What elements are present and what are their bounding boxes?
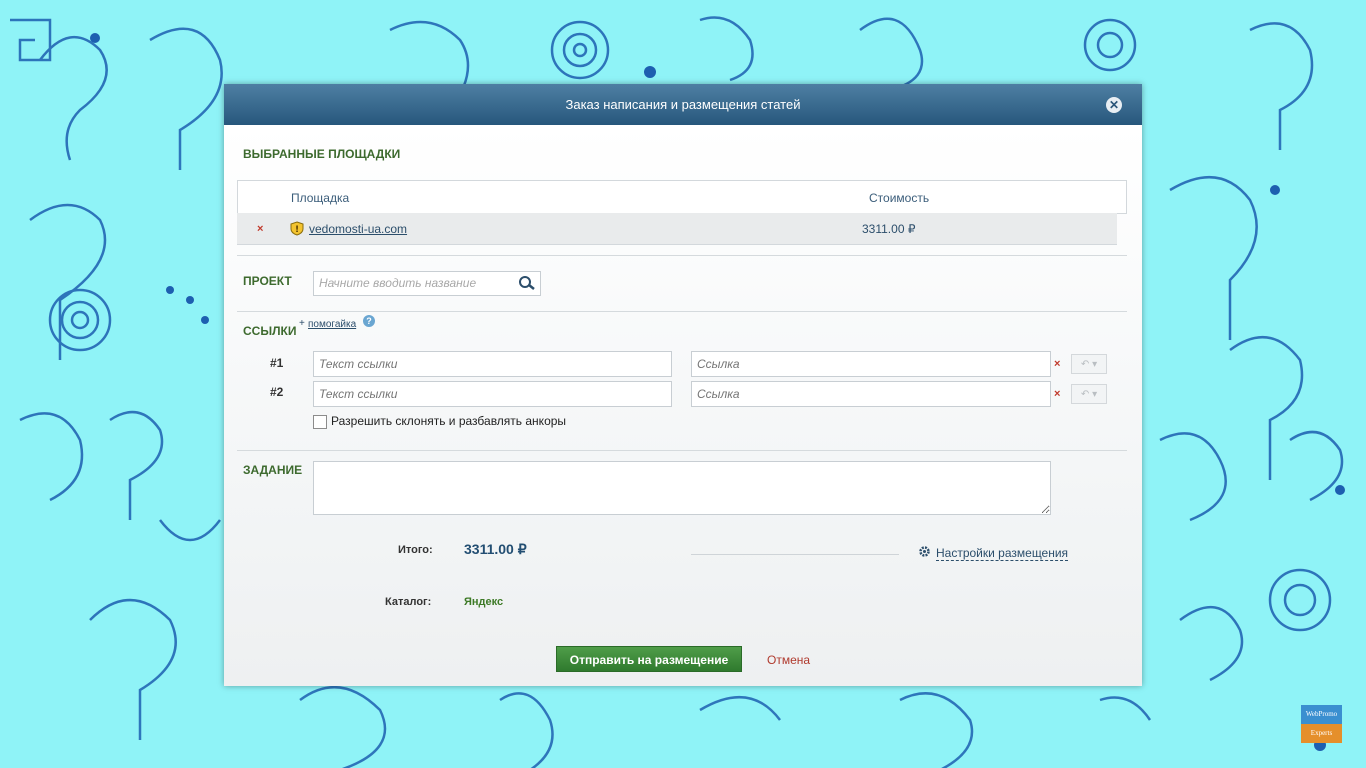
- task-textarea[interactable]: [313, 461, 1051, 515]
- link-row-number: #2: [270, 385, 284, 399]
- table-row: × ! vedomosti-ua.com 3311.00 ₽: [237, 213, 1117, 245]
- cancel-link[interactable]: Отмена: [767, 653, 810, 667]
- task-heading: ЗАДАНИЕ: [243, 463, 303, 477]
- divider: [237, 255, 1127, 256]
- submit-button[interactable]: Отправить на размещение: [556, 646, 742, 672]
- dialog-body: ВЫБРАННЫЕ ПЛОЩАДКИ Площадка Стоимость × …: [224, 125, 1142, 686]
- project-placeholder: Начните вводить название: [319, 276, 477, 290]
- site-price: 3311.00 ₽: [862, 222, 916, 236]
- sites-table-header: Площадка Стоимость: [237, 180, 1127, 214]
- links-heading: ССЫЛКИ: [243, 324, 297, 338]
- allow-anchor-label: Разрешить склонять и разбавлять анкоры: [331, 414, 567, 428]
- close-icon[interactable]: ✕: [1106, 97, 1122, 113]
- logo-line2: Experts: [1301, 724, 1342, 743]
- order-dialog: Заказ написания и размещения статей ✕ ВЫ…: [224, 84, 1142, 686]
- remove-link-icon[interactable]: ×: [1054, 388, 1060, 400]
- warning-shield-icon: !: [290, 221, 304, 236]
- project-search-input[interactable]: Начните вводить название: [313, 271, 541, 296]
- webpromo-logo: WebPromo Experts: [1301, 705, 1342, 743]
- dialog-title: Заказ написания и размещения статей: [565, 97, 801, 112]
- undo-dropdown-button[interactable]: ↶ ▾: [1071, 384, 1107, 404]
- divider: [237, 311, 1127, 312]
- search-icon[interactable]: [518, 275, 536, 294]
- helper-link[interactable]: помогайка: [308, 319, 356, 330]
- placement-settings-link[interactable]: Настройки размещения: [936, 546, 1069, 561]
- allow-anchor-checkbox[interactable]: [313, 415, 327, 429]
- total-label: Итого:: [398, 544, 433, 556]
- remove-link-icon[interactable]: ×: [1054, 358, 1060, 370]
- undo-dropdown-button[interactable]: ↶ ▾: [1071, 354, 1107, 374]
- link-url-input[interactable]: [691, 351, 1051, 377]
- helper-plus: +: [299, 318, 305, 329]
- logo-line1: WebPromo: [1301, 705, 1342, 724]
- help-icon[interactable]: ?: [363, 315, 375, 327]
- column-site: Площадка: [291, 191, 350, 205]
- link-url-input[interactable]: [691, 381, 1051, 407]
- divider: [237, 450, 1127, 451]
- total-divider: [691, 554, 899, 555]
- remove-site-icon[interactable]: ×: [257, 223, 263, 235]
- selected-sites-heading: ВЫБРАННЫЕ ПЛОЩАДКИ: [243, 147, 401, 161]
- catalog-label: Каталог:: [385, 596, 432, 608]
- dialog-header: Заказ написания и размещения статей ✕: [224, 84, 1142, 125]
- gear-icon[interactable]: [918, 545, 931, 563]
- link-text-input[interactable]: [313, 351, 672, 377]
- project-heading: ПРОЕКТ: [243, 274, 292, 288]
- site-link[interactable]: vedomosti-ua.com: [309, 222, 407, 236]
- total-value: 3311.00 ₽: [464, 541, 527, 557]
- link-row-number: #1: [270, 356, 284, 370]
- svg-text:!: !: [295, 225, 299, 235]
- catalog-value: Яндекс: [464, 596, 504, 608]
- link-text-input[interactable]: [313, 381, 672, 407]
- column-price: Стоимость: [869, 191, 930, 205]
